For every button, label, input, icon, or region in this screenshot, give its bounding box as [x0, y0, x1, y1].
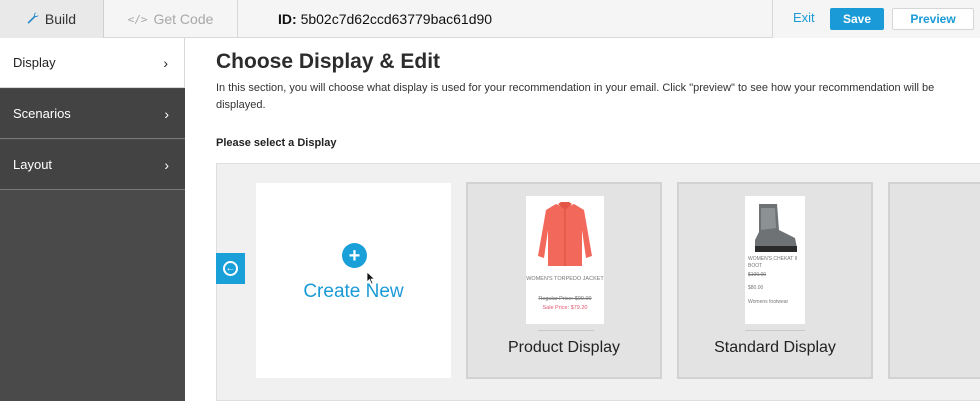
- wrench-icon: [27, 12, 39, 27]
- arrow-left-icon: ←: [223, 261, 238, 276]
- carousel-prev-button[interactable]: ←: [216, 253, 245, 284]
- product-thumbnail: WOMEN'S TORPEDO JACKET Regular Price: $9…: [526, 196, 604, 324]
- tab-get-code[interactable]: </> Get Code: [104, 0, 238, 38]
- code-icon: </>: [127, 12, 148, 26]
- regular-price: Regular Price: $99.00: [538, 296, 592, 302]
- sidebar-item-scenarios[interactable]: Scenarios ›: [0, 89, 185, 139]
- old-price: $100.00: [748, 272, 767, 278]
- tab-get-code-label: Get Code: [153, 11, 214, 27]
- select-display-label: Please select a Display: [216, 137, 337, 149]
- top-actions: Exit Save Preview: [772, 0, 980, 38]
- product-thumbnail: WOMEN'S CHEKAT II BOOT $100.00 $80.00 Wo…: [745, 196, 805, 324]
- sale-price: Sale Price: $79.20: [542, 305, 588, 311]
- standard-display-card[interactable]: WOMEN'S CHEKAT II BOOT $100.00 $80.00 Wo…: [677, 182, 873, 379]
- sidebar-item-label: Display: [13, 55, 56, 70]
- product-name: WOMEN'S CHEKAT II BOOT: [748, 256, 798, 269]
- chevron-right-icon: ›: [164, 105, 169, 122]
- page-title: Choose Display & Edit: [216, 50, 441, 73]
- product-name: WOMEN'S TORPEDO JACKET: [526, 276, 604, 282]
- category: Womens footwear: [748, 299, 789, 305]
- product-display-label: Product Display: [507, 339, 621, 356]
- tab-build[interactable]: Build: [0, 0, 104, 38]
- product-display-card[interactable]: WOMEN'S TORPEDO JACKET Regular Price: $9…: [466, 182, 662, 379]
- jacket-image: [538, 202, 592, 266]
- chevron-right-icon: ›: [164, 156, 169, 173]
- create-new-label: Create New: [303, 281, 404, 302]
- id-value: 5b02c7d62ccd63779bac61d90: [300, 11, 493, 27]
- top-bar: Build </> Get Code ID: 5b02c7d62ccd63779…: [0, 0, 980, 38]
- boot-image: [755, 204, 797, 252]
- price: $80.00: [748, 285, 764, 291]
- tab-build-label: Build: [44, 11, 77, 27]
- chevron-right-icon: ›: [163, 54, 168, 71]
- save-button[interactable]: Save: [830, 8, 884, 30]
- record-id: ID: 5b02c7d62ccd63779bac61d90: [278, 11, 492, 27]
- preview-button[interactable]: Preview: [892, 8, 974, 30]
- divider: [745, 330, 805, 331]
- create-new-card[interactable]: + Create New: [256, 183, 451, 378]
- sidebar-item-layout[interactable]: Layout ›: [0, 140, 185, 190]
- id-prefix: ID:: [278, 11, 297, 27]
- sidebar-item-display[interactable]: Display ›: [0, 38, 185, 88]
- sidebar-item-label: Scenarios: [13, 106, 71, 121]
- mouse-cursor-icon: [366, 271, 376, 285]
- page-description: In this section, you will choose what di…: [216, 82, 935, 111]
- standard-display-label: Standard Display: [714, 339, 836, 356]
- exit-button[interactable]: Exit: [793, 10, 815, 25]
- plus-icon: +: [342, 243, 367, 268]
- display-card-partial[interactable]: [888, 182, 980, 379]
- sidebar-item-label: Layout: [13, 157, 53, 172]
- sidebar: Display › Scenarios › Layout ›: [0, 38, 185, 401]
- divider: [538, 330, 594, 331]
